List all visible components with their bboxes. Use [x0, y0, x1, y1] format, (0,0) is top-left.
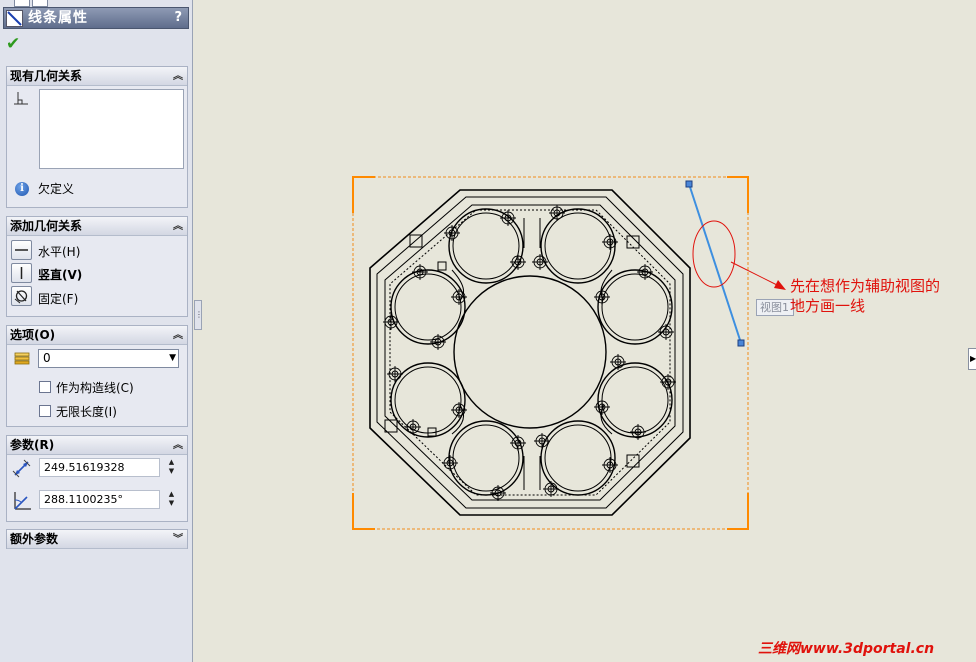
- property-manager-panel: 线条属性 ? ✔ 现有几何关系 ︽ i 欠定义 添加几何关系 ︽ 水平(H) 竖…: [0, 0, 193, 662]
- line-end-endpoint[interactable]: [737, 339, 745, 347]
- infinite-length-checkbox[interactable]: [39, 405, 51, 417]
- options-title: 选项(O): [10, 328, 56, 342]
- annotation-arrow-line: [730, 261, 778, 286]
- collapse-chevron-icon[interactable]: ︽: [173, 326, 183, 345]
- angle-input[interactable]: 288.1100235°: [39, 490, 160, 509]
- annotation-text: 先在想作为辅助视图的 地方画一线: [790, 276, 976, 316]
- highlight-ellipse: [692, 220, 736, 288]
- status-underdefined: 欠定义: [38, 182, 75, 196]
- right-panel-handle[interactable]: ▶: [968, 348, 976, 370]
- existing-relations-header[interactable]: 现有几何关系 ︽: [7, 67, 187, 86]
- help-button[interactable]: ?: [174, 9, 182, 27]
- existing-relations-section: 现有几何关系 ︽ i 欠定义: [6, 66, 188, 208]
- vertical-button[interactable]: [11, 263, 32, 283]
- ok-check-icon[interactable]: ✔: [6, 34, 20, 54]
- options-header[interactable]: 选项(O) ︽: [7, 326, 187, 345]
- watermark: 三维网www.3dportal.cn: [758, 641, 935, 657]
- horizontal-button[interactable]: [11, 240, 32, 260]
- add-relations-title: 添加几何关系: [10, 219, 83, 233]
- fix-button[interactable]: [11, 286, 32, 306]
- length-input[interactable]: 249.51619328: [39, 458, 160, 477]
- view-label[interactable]: 视图1: [756, 299, 794, 316]
- part-drawing-view[interactable]: [369, 189, 691, 516]
- parameters-header[interactable]: 参数(R) ︽: [7, 436, 187, 455]
- construction-label[interactable]: 作为构造线(C): [56, 379, 134, 396]
- existing-relations-title: 现有几何关系: [10, 69, 83, 83]
- vertical-icon: [20, 267, 23, 279]
- info-icon: i: [15, 182, 29, 196]
- options-section: 选项(O) ︽ 0 ▼ 作为构造线(C) 无限长度(I): [6, 325, 188, 427]
- annotation-arrowhead-icon: [774, 280, 786, 290]
- parameters-section: 参数(R) ︽ 249.51619328 ▲ ▼ 288.1100235° ▲ ▼: [6, 435, 188, 522]
- line-start-endpoint[interactable]: [685, 180, 693, 188]
- layer-select[interactable]: 0 ▼: [38, 349, 179, 368]
- parameters-title: 参数(R): [10, 438, 55, 452]
- layer-select-value: 0: [43, 351, 51, 365]
- collapse-chevron-icon[interactable]: ︽: [173, 67, 183, 86]
- perpendicular-icon: [13, 91, 29, 107]
- fix-label[interactable]: 固定(F): [38, 290, 78, 307]
- layer-icon: [13, 352, 31, 366]
- fix-icon: [14, 290, 28, 304]
- extra-parameters-title: 额外参数: [10, 532, 59, 546]
- panel-title-bar: 线条属性 ?: [3, 7, 189, 29]
- length-spinner[interactable]: ▲ ▼: [165, 458, 178, 478]
- drawing-canvas[interactable]: [200, 0, 976, 662]
- vertical-label[interactable]: 竖直(V): [38, 266, 82, 283]
- extra-parameters-header[interactable]: 额外参数 ︾: [7, 530, 187, 549]
- collapse-chevron-icon[interactable]: ︽: [173, 217, 183, 236]
- panel-title: 线条属性: [28, 10, 88, 26]
- angle-icon: [11, 490, 33, 512]
- infinite-length-label[interactable]: 无限长度(I): [56, 403, 117, 420]
- annotation-line-1: 先在想作为辅助视图的: [790, 277, 941, 295]
- line-icon: [6, 10, 23, 27]
- expand-chevron-icon[interactable]: ︾: [173, 530, 183, 549]
- tab-configuration[interactable]: [32, 0, 48, 7]
- angle-spinner[interactable]: ▲ ▼: [165, 490, 178, 510]
- panel-tabs: [0, 0, 193, 7]
- extra-parameters-section: 额外参数 ︾: [6, 529, 188, 549]
- relations-list[interactable]: [39, 89, 184, 169]
- add-relations-section: 添加几何关系 ︽ 水平(H) 竖直(V) 固定(F): [6, 216, 188, 317]
- collapse-chevron-icon[interactable]: ︽: [173, 436, 183, 455]
- length-icon: [11, 458, 33, 480]
- horizontal-label[interactable]: 水平(H): [38, 243, 80, 260]
- tab-property-manager[interactable]: [14, 0, 30, 7]
- add-relations-header[interactable]: 添加几何关系 ︽: [7, 217, 187, 236]
- dropdown-arrow-icon[interactable]: ▼: [169, 350, 176, 367]
- construction-checkbox[interactable]: [39, 381, 51, 393]
- annotation-line-2: 地方画一线: [790, 297, 866, 315]
- horizontal-icon: [15, 249, 28, 251]
